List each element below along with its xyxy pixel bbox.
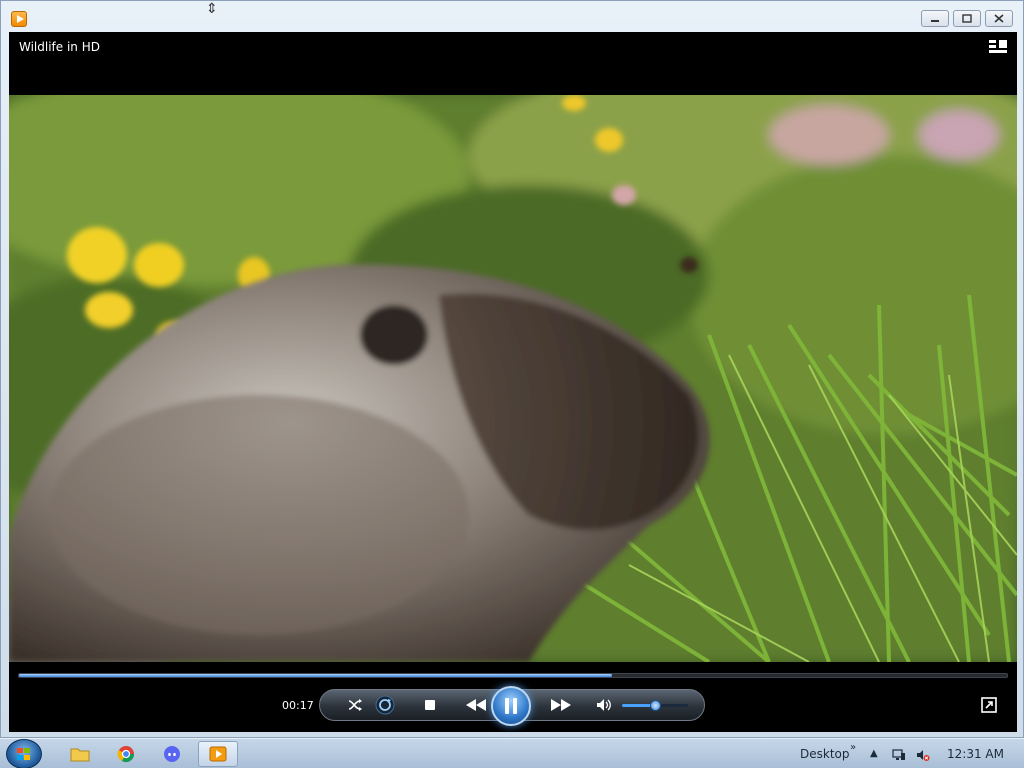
restore-button[interactable] xyxy=(953,10,981,27)
desktop-toolbar-label[interactable]: Desktop xyxy=(800,747,850,761)
media-player-icon xyxy=(209,746,227,762)
network-icon[interactable] xyxy=(892,747,906,761)
chrome-icon xyxy=(117,746,135,763)
shuffle-icon xyxy=(348,699,362,711)
video-frame[interactable] xyxy=(9,95,1017,662)
media-player-window: ⇕ Wildlife in HD 00:17 xyxy=(0,0,1024,738)
show-hidden-icons-icon[interactable]: ▲ xyxy=(870,748,878,759)
close-button[interactable] xyxy=(985,10,1013,27)
title-bar[interactable]: ⇕ xyxy=(1,1,1023,31)
seek-bar[interactable] xyxy=(18,673,1008,678)
switch-to-library-icon[interactable] xyxy=(989,40,1007,54)
stop-button[interactable] xyxy=(418,694,442,716)
taskbar-clock[interactable]: 12:31 AM xyxy=(947,747,1004,761)
discord-icon xyxy=(164,746,180,762)
fullscreen-button[interactable] xyxy=(981,697,997,713)
fullscreen-icon xyxy=(981,697,997,713)
play-pause-button[interactable] xyxy=(491,686,531,726)
mute-button[interactable] xyxy=(592,694,616,716)
taskbar: Desktop » ▲ 12:31 AM xyxy=(0,738,1024,768)
seek-bar-progress xyxy=(19,674,612,677)
pause-icon xyxy=(505,698,517,714)
shuffle-button[interactable] xyxy=(342,694,368,716)
elapsed-time: 00:17 xyxy=(282,699,314,712)
volume-muted-icon[interactable] xyxy=(916,747,930,761)
next-button[interactable] xyxy=(543,694,579,716)
taskbar-discord[interactable] xyxy=(152,741,192,767)
repeat-icon xyxy=(375,695,395,715)
volume-slider[interactable] xyxy=(622,700,688,711)
taskbar-explorer[interactable] xyxy=(60,741,100,767)
start-button[interactable] xyxy=(6,739,42,768)
stop-icon xyxy=(425,700,435,710)
minimize-button[interactable] xyxy=(921,10,949,27)
next-icon xyxy=(551,699,571,711)
repeat-button[interactable] xyxy=(372,694,398,716)
media-player-icon xyxy=(11,11,27,27)
taskbar-media-player[interactable] xyxy=(198,741,238,767)
previous-button[interactable] xyxy=(458,694,494,716)
toolbar-expand-icon[interactable]: » xyxy=(850,742,856,753)
taskbar-chrome[interactable] xyxy=(106,741,146,767)
video-title: Wildlife in HD xyxy=(19,40,100,54)
folder-icon xyxy=(70,748,90,762)
player-surface: Wildlife in HD 00:17 xyxy=(9,32,1017,732)
close-icon xyxy=(994,14,1004,23)
windows-logo-icon xyxy=(17,748,31,761)
volume-slider-thumb[interactable] xyxy=(650,700,661,711)
speaker-icon xyxy=(597,699,611,711)
previous-icon xyxy=(466,699,486,711)
minimize-icon xyxy=(931,19,939,22)
restore-icon xyxy=(962,14,972,23)
video-scene xyxy=(9,95,1017,662)
mouse-cursor-icon: ⇕ xyxy=(206,1,218,17)
